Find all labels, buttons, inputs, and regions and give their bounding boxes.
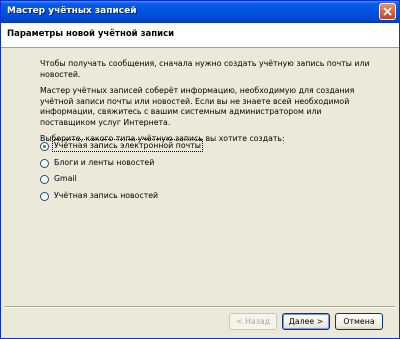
option-label[interactable]: Учётная запись электронной почты — [52, 139, 203, 152]
intro-paragraph-1: Чтобы получать сообщения, сначала нужно … — [40, 59, 370, 79]
account-wizard-window: Мастер учётных записей Параметры новой у… — [0, 0, 400, 339]
radio-news-account[interactable] — [40, 191, 49, 201]
close-icon — [383, 7, 392, 16]
next-button[interactable]: Далее > — [282, 313, 330, 330]
option-label[interactable]: Блоги и ленты новостей — [54, 158, 154, 167]
radio-email-account[interactable] — [40, 142, 49, 151]
intro-text: Чтобы получать сообщения, сначала нужно … — [40, 59, 370, 151]
radio-blogs-feeds[interactable] — [40, 158, 49, 168]
intro-paragraph-2: Мастер учётных записей соберёт информаци… — [40, 86, 355, 127]
title-bar[interactable]: Мастер учётных записей — [1, 1, 399, 23]
window-title: Мастер учётных записей — [7, 6, 137, 16]
page-title: Параметры новой учётной записи — [7, 29, 175, 39]
option-label[interactable]: Учётная запись новостей — [54, 191, 158, 200]
close-button[interactable] — [379, 3, 396, 20]
radio-gmail[interactable] — [40, 175, 49, 184]
footer-divider — [5, 306, 395, 308]
radio-selected-dot — [43, 145, 46, 148]
wizard-header: Параметры новой учётной записи — [1, 23, 399, 48]
option-label[interactable]: Gmail — [54, 174, 77, 183]
cancel-button[interactable]: Отмена — [335, 313, 383, 330]
back-button[interactable]: < Назад — [229, 313, 277, 330]
